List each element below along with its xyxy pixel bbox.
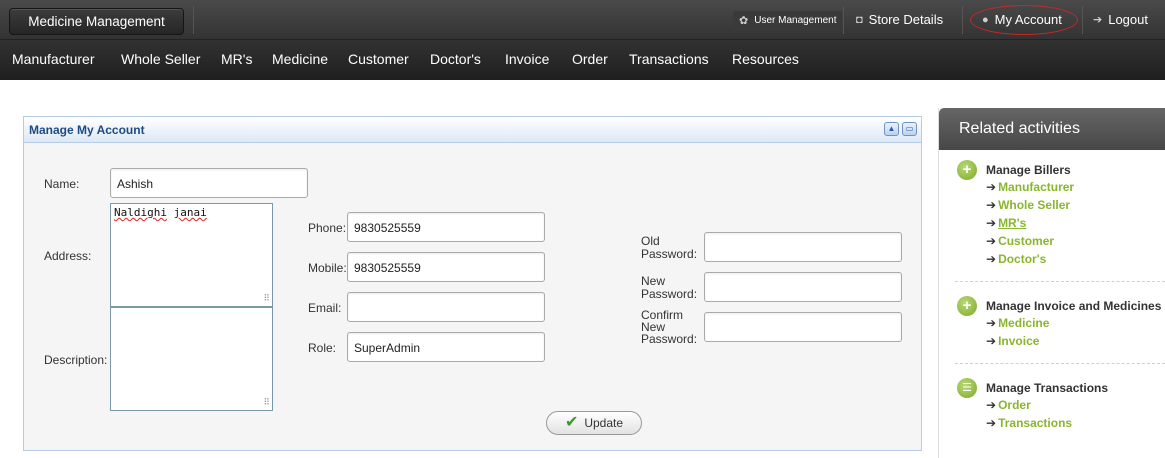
sidebar-link-manufacturer[interactable]: ➔ Manufacturer xyxy=(986,180,1074,194)
logout-link[interactable]: ➔ Logout xyxy=(1093,9,1148,31)
app-brand-button[interactable]: Medicine Management xyxy=(9,8,184,35)
plus-icon: + xyxy=(957,296,977,316)
sidebar-link-invoice[interactable]: ➔ Invoice xyxy=(986,334,1039,348)
description-label: Description: xyxy=(44,353,108,367)
my-account-label: My Account xyxy=(994,12,1062,27)
user-management-label: User Management xyxy=(754,15,837,26)
sidebar-link-order[interactable]: ➔ Order xyxy=(986,398,1031,412)
nav-item-mrs[interactable]: MR's xyxy=(221,40,252,78)
address-line1: Naldighi xyxy=(114,206,167,219)
update-button[interactable]: ✔ Update xyxy=(546,411,642,435)
collapse-icon[interactable]: ▲ xyxy=(884,122,899,136)
address-label: Address: xyxy=(44,249,92,263)
phone-label: Phone: xyxy=(308,221,347,235)
nav-item-order[interactable]: Order xyxy=(572,40,608,78)
user-icon: ● xyxy=(982,14,989,26)
nav-item-medicine[interactable]: Medicine xyxy=(272,40,328,78)
sidebar-title: Related activities xyxy=(939,108,1165,150)
address-textarea[interactable]: Naldighi janai ⠿ xyxy=(110,203,273,307)
arrow-right-icon: ➔ xyxy=(1093,14,1103,26)
old-password-label: Old Password: xyxy=(641,235,697,261)
store-icon: ◘ xyxy=(856,14,863,26)
main-nav: Manufacturer Whole Seller MR's Medicine … xyxy=(0,40,1165,80)
logout-label: Logout xyxy=(1108,12,1148,27)
confirm-password-label-line3: Password: xyxy=(641,332,698,346)
maximize-icon[interactable]: ▭ xyxy=(902,122,917,136)
mobile-label: Mobile: xyxy=(308,261,347,275)
new-password-label-line2: Password: xyxy=(641,287,698,301)
top-bar: Medicine Management ✿ User Management ◘ … xyxy=(0,0,1165,40)
sidebar-link-medicine[interactable]: ➔ Medicine xyxy=(986,316,1049,330)
nav-item-transactions[interactable]: Transactions xyxy=(629,40,709,78)
group-title-invoice-medicines: Manage Invoice and Medicines xyxy=(986,299,1162,313)
sidebar-link-transactions[interactable]: ➔ Transactions xyxy=(986,416,1072,430)
gear-icon: ✿ xyxy=(739,15,749,27)
divider xyxy=(955,363,1165,364)
sidebar-link-mrs[interactable]: ➔ MR's xyxy=(986,216,1026,230)
divider xyxy=(843,6,844,34)
divider xyxy=(955,281,1165,282)
sidebar-link-customer[interactable]: ➔ Customer xyxy=(986,234,1054,248)
manage-account-panel: Manage My Account ▲ ▭ Name: Ashish Addre… xyxy=(23,116,922,451)
update-label: Update xyxy=(584,416,624,430)
mobile-field[interactable]: 9830525559 xyxy=(347,252,545,282)
resize-grip-icon[interactable]: ⠿ xyxy=(263,294,270,304)
divider xyxy=(962,6,963,34)
old-password-field[interactable] xyxy=(704,232,902,262)
name-field[interactable]: Ashish xyxy=(110,168,308,198)
related-activities-sidebar: Related activities + Manage Billers ➔ Man… xyxy=(938,108,1165,458)
new-password-label: New Password: xyxy=(641,275,697,301)
name-label: Name: xyxy=(44,177,80,191)
confirm-password-field[interactable] xyxy=(704,312,902,342)
new-password-field[interactable] xyxy=(704,272,902,302)
my-account-link[interactable]: ● My Account xyxy=(982,9,1062,31)
sidebar-link-doctors[interactable]: ➔ Doctor's xyxy=(986,252,1046,266)
divider xyxy=(1082,6,1083,34)
group-title-transactions: Manage Transactions xyxy=(986,381,1109,395)
store-details-label: Store Details xyxy=(868,12,944,27)
store-details-link[interactable]: ◘ Store Details xyxy=(856,9,943,31)
check-icon: ✔ xyxy=(564,414,579,431)
old-password-label-line2: Password: xyxy=(641,247,698,261)
nav-item-resources[interactable]: Resources xyxy=(732,40,799,78)
nav-item-customer[interactable]: Customer xyxy=(348,40,409,78)
phone-field[interactable]: 9830525559 xyxy=(347,212,545,242)
sidebar-link-whole-seller[interactable]: ➔ Whole Seller xyxy=(986,198,1070,212)
address-line2: janai xyxy=(173,206,207,219)
email-label: Email: xyxy=(308,301,342,315)
resize-grip-icon[interactable]: ⠿ xyxy=(263,398,270,408)
nav-item-whole-seller[interactable]: Whole Seller xyxy=(121,40,200,78)
role-field[interactable]: SuperAdmin xyxy=(347,332,545,362)
confirm-password-label: Confirm New Password: xyxy=(641,309,697,345)
user-management-link[interactable]: ✿ User Management xyxy=(733,11,843,31)
list-icon: ☰ xyxy=(957,378,977,398)
panel-title: Manage My Account xyxy=(29,123,145,137)
nav-item-doctors[interactable]: Doctor's xyxy=(430,40,481,78)
divider xyxy=(193,6,194,34)
description-textarea[interactable]: ⠿ xyxy=(110,307,273,411)
plus-icon: + xyxy=(957,160,977,180)
nav-item-manufacturer[interactable]: Manufacturer xyxy=(12,40,94,78)
panel-header: Manage My Account ▲ ▭ xyxy=(24,117,921,143)
email-field[interactable] xyxy=(347,292,545,322)
role-label: Role: xyxy=(308,341,337,355)
group-title-billers: Manage Billers xyxy=(986,163,1071,177)
nav-item-invoice[interactable]: Invoice xyxy=(505,40,549,78)
